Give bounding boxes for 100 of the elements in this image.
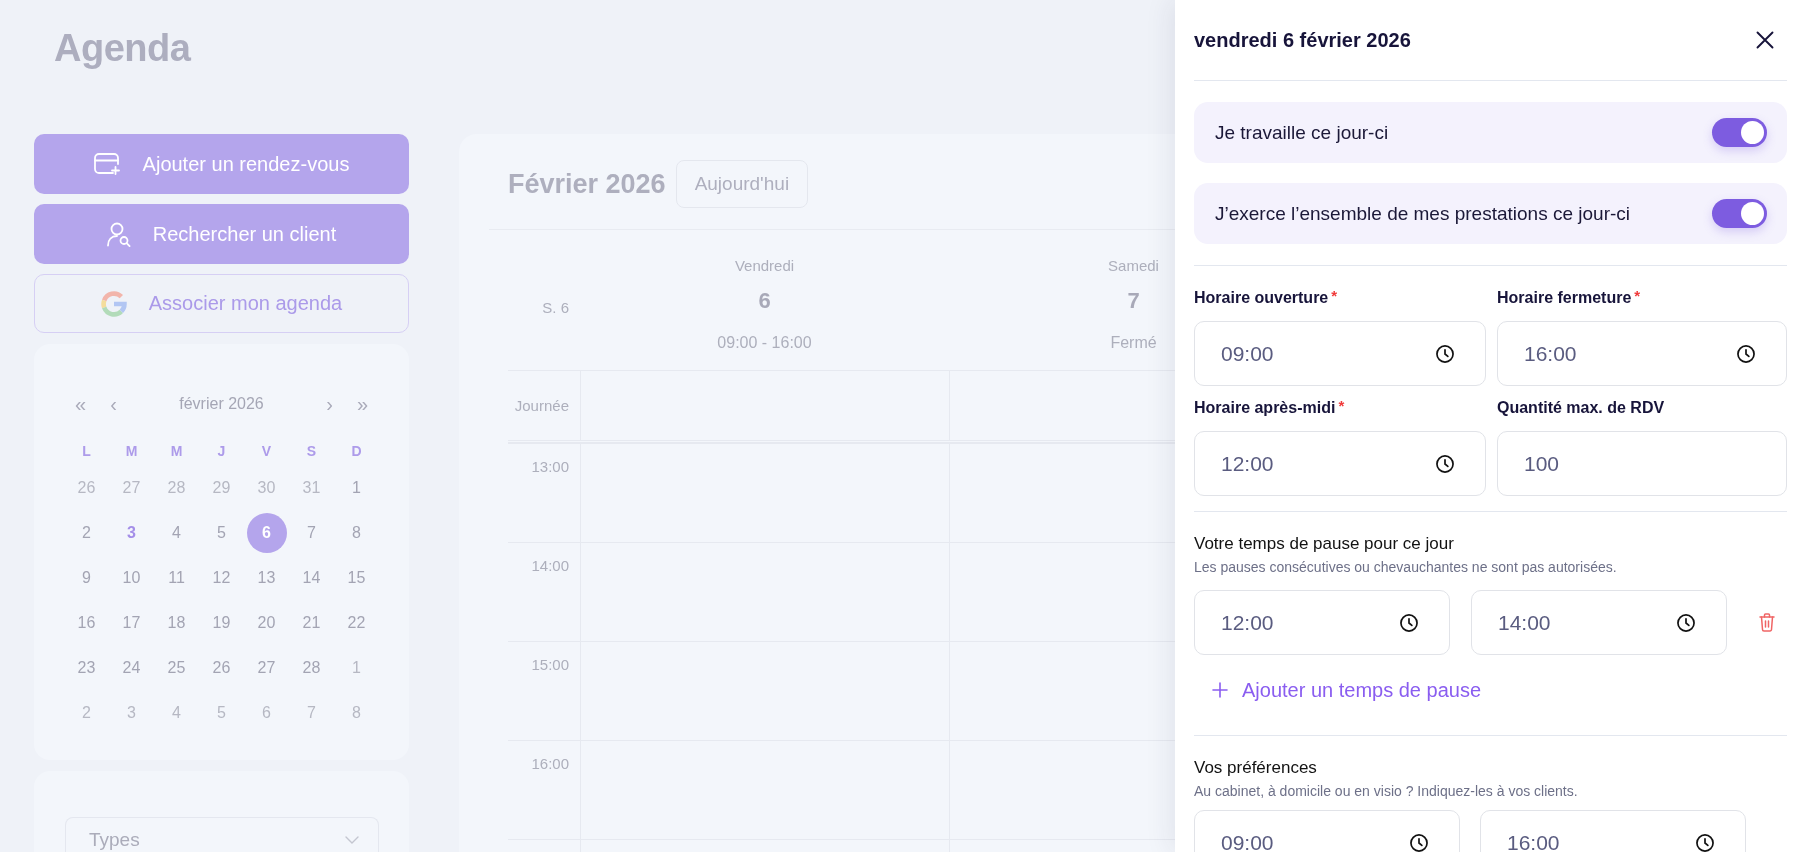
today-button[interactable]: Aujourd'hui xyxy=(675,160,809,208)
weekday-label: M xyxy=(170,443,183,459)
required-asterisk: * xyxy=(1338,398,1345,414)
calendar-day[interactable]: 3 xyxy=(111,512,152,553)
calendar-day[interactable]: 1 xyxy=(336,647,377,688)
jump-back-button[interactable]: « xyxy=(64,384,97,424)
add-appointment-button[interactable]: Ajouter un rendez-vous xyxy=(34,134,409,194)
google-g-icon xyxy=(100,290,127,317)
calendar-day[interactable]: 2 xyxy=(66,512,107,553)
jump-forward-button[interactable]: » xyxy=(346,384,379,424)
types-select[interactable]: Types xyxy=(65,817,379,852)
calendar-day[interactable]: 3 xyxy=(111,692,152,733)
chevron-down-icon xyxy=(345,835,359,844)
calendar-day[interactable]: 4 xyxy=(156,512,197,553)
calendar-day[interactable]: 2 xyxy=(66,692,107,733)
calendar-day[interactable]: 5 xyxy=(201,692,242,733)
calendar-day[interactable]: 16 xyxy=(66,602,107,643)
day-hours: Fermé xyxy=(1110,334,1157,352)
calendar-title: Février 2026 xyxy=(508,168,666,201)
calendar-day[interactable]: 26 xyxy=(201,647,242,688)
calendar-day[interactable]: 15 xyxy=(336,557,377,598)
calendar-day[interactable]: 11 xyxy=(156,557,197,598)
search-client-button[interactable]: Rechercher un client xyxy=(34,204,409,264)
calendar-day[interactable]: 13 xyxy=(246,557,287,598)
weekday-label: L xyxy=(82,443,91,459)
calendar-plus-icon xyxy=(93,152,121,176)
calendar-day[interactable]: 10 xyxy=(111,557,152,598)
month-label: février 2026 xyxy=(179,395,264,413)
calendar-day[interactable]: 27 xyxy=(111,467,152,508)
all-day-label: Journée xyxy=(514,396,569,415)
calendar-day[interactable]: 12 xyxy=(201,557,242,598)
time-field[interactable]: 09:00 xyxy=(1194,810,1460,852)
calendar-day[interactable]: 8 xyxy=(336,692,377,733)
toggle-switch[interactable] xyxy=(1712,118,1767,147)
day-name: Samedi xyxy=(1108,257,1159,275)
time-label: 13:00 xyxy=(531,458,569,476)
calendar-day[interactable]: 27 xyxy=(246,647,287,688)
calendar-day[interactable]: 23 xyxy=(66,647,107,688)
calendar-day[interactable]: 8 xyxy=(336,512,377,553)
calendar-day[interactable]: 20 xyxy=(246,602,287,643)
calendar-day[interactable]: 28 xyxy=(291,647,332,688)
toggle-label: Je travaille ce jour-ci xyxy=(1215,121,1389,144)
clock-icon xyxy=(1436,454,1454,473)
calendar-day[interactable]: 9 xyxy=(66,557,107,598)
calendar-day[interactable]: 24 xyxy=(111,647,152,688)
calendar-day[interactable]: 25 xyxy=(156,647,197,688)
field-label: Horaire après-midi xyxy=(1194,398,1336,418)
calendar-day[interactable]: 6 xyxy=(246,512,287,553)
close-button[interactable] xyxy=(1755,30,1775,50)
time-label: 15:00 xyxy=(531,656,569,674)
calendar-day[interactable]: 5 xyxy=(201,512,242,553)
weekday-label: D xyxy=(351,443,362,459)
time-field[interactable]: 12:00 xyxy=(1194,431,1486,496)
section-title: Vos préférences xyxy=(1194,757,1318,779)
calendar-day[interactable]: 19 xyxy=(201,602,242,643)
calendar-day[interactable]: 18 xyxy=(156,602,197,643)
calendar-day[interactable]: 31 xyxy=(291,467,332,508)
delete-button[interactable] xyxy=(1759,613,1775,632)
calendar-day[interactable]: 7 xyxy=(291,512,332,553)
week-label: S. 6 xyxy=(542,299,569,317)
calendar-day[interactable]: 17 xyxy=(111,602,152,643)
back-button[interactable]: ‹ xyxy=(97,384,130,424)
forward-button[interactable]: › xyxy=(313,384,346,424)
user-search-icon xyxy=(106,221,131,247)
calendar-day[interactable]: 29 xyxy=(201,467,242,508)
calendar-day[interactable]: 6 xyxy=(246,692,287,733)
weekday-label: S xyxy=(306,443,317,459)
number-field[interactable]: 100 xyxy=(1497,431,1787,496)
time-field[interactable]: 14:00 xyxy=(1471,590,1727,655)
clock-icon xyxy=(1410,833,1428,852)
clock-icon xyxy=(1696,833,1714,852)
plus-icon xyxy=(1212,682,1228,698)
calendar-day[interactable]: 28 xyxy=(156,467,197,508)
calendar-day[interactable]: 21 xyxy=(291,602,332,643)
time-field[interactable]: 09:00 xyxy=(1194,321,1486,386)
calendar-day[interactable]: 4 xyxy=(156,692,197,733)
clock-icon xyxy=(1400,613,1418,632)
calendar-day[interactable]: 14 xyxy=(291,557,332,598)
close-icon xyxy=(1756,31,1774,49)
calendar-day[interactable]: 22 xyxy=(336,602,377,643)
calendar-day[interactable]: 26 xyxy=(66,467,107,508)
toggle-switch[interactable] xyxy=(1712,199,1767,228)
weekday-label: M xyxy=(125,443,138,459)
time-field[interactable]: 16:00 xyxy=(1497,321,1787,386)
weekday-label: J xyxy=(217,443,226,459)
time-field[interactable]: 16:00 xyxy=(1480,810,1746,852)
calendar-day[interactable]: 1 xyxy=(336,467,377,508)
link-calendar-button[interactable]: Associer mon agenda xyxy=(34,274,409,333)
day-hours: 09:00 - 16:00 xyxy=(717,334,812,352)
panel-title: vendredi 6 février 2026 xyxy=(1194,28,1411,52)
time-label: 14:00 xyxy=(531,557,569,575)
section-hint: Au cabinet, à domicile ou en visio ? Indiquez-les à vos clients. xyxy=(1194,782,1579,800)
weekday-label: V xyxy=(261,443,272,459)
calendar-day[interactable]: 30 xyxy=(246,467,287,508)
clock-icon xyxy=(1737,344,1755,363)
add-break-button[interactable]: Ajouter un temps de pause xyxy=(1194,668,1486,712)
page-title: Agenda xyxy=(54,26,192,70)
calendar-day[interactable]: 7 xyxy=(291,692,332,733)
time-field[interactable]: 12:00 xyxy=(1194,590,1450,655)
section-hint: Les pauses consécutives ou chevauchantes ne sont pas autorisées. xyxy=(1194,558,1618,576)
